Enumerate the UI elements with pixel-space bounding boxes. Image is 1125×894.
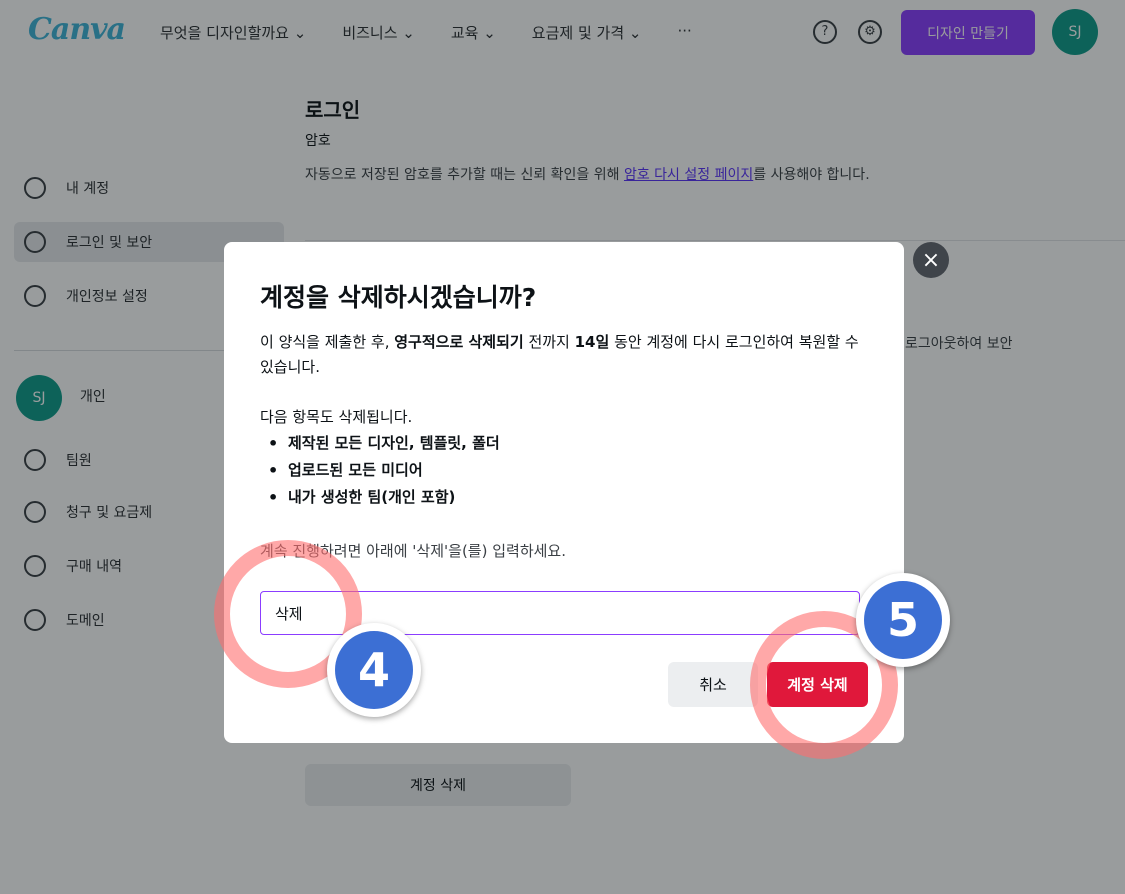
desc-bold-text: 14일	[574, 333, 610, 351]
dialog-description: 이 양식을 제출한 후, 영구적으로 삭제되기 전까지 14일 동안 계정에 다…	[260, 330, 870, 380]
dialog-title: 계정을 삭제하시겠습니까?	[260, 283, 537, 312]
deleted-items-list: 제작된 모든 디자인, 템플릿, 폴더 업로드된 모든 미디어 내가 생성한 팀…	[260, 430, 500, 511]
step-badge-5: 5	[856, 573, 950, 667]
desc-bold-text: 영구적으로 삭제되기	[394, 333, 524, 351]
step-number: 5	[864, 581, 942, 659]
desc-text: 전까지	[523, 333, 575, 351]
list-item: 업로드된 모든 미디어	[260, 457, 500, 484]
close-icon[interactable]: ×	[913, 242, 949, 278]
desc-text: 이 양식을 제출한 후,	[260, 333, 395, 351]
list-item: 제작된 모든 디자인, 템플릿, 폴더	[260, 430, 500, 457]
dialog-list-heading: 다음 항목도 삭제됩니다.	[260, 408, 413, 426]
list-item: 내가 생성한 팀(개인 포함)	[260, 484, 500, 511]
step-number: 4	[335, 631, 413, 709]
cancel-button[interactable]: 취소	[668, 662, 758, 707]
step-badge-4: 4	[327, 623, 421, 717]
